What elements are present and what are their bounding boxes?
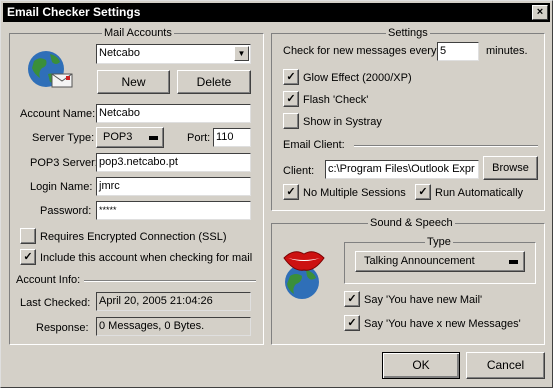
title-bar: Email Checker Settings × xyxy=(3,3,550,22)
glow-effect-checkbox[interactable]: ✓ xyxy=(283,69,299,85)
ssl-checkbox[interactable] xyxy=(20,228,36,244)
mail-accounts-panel: Mail Accounts Netcabo ▼ New Delete Accou… xyxy=(9,27,264,345)
check-icon: ✓ xyxy=(286,186,296,198)
password-field[interactable]: ***** xyxy=(96,201,251,220)
check-icon: ✓ xyxy=(286,71,296,83)
dropdown-bar-icon xyxy=(149,136,158,140)
check-icon: ✓ xyxy=(347,293,357,305)
pop3-server-label: POP3 Server: xyxy=(30,157,98,169)
dropdown-bar-icon xyxy=(509,260,518,264)
check-interval-prefix: Check for new messages every xyxy=(283,45,437,57)
account-select[interactable]: Netcabo ▼ xyxy=(96,44,251,64)
settings-panel: Settings Check for new messages every 5 … xyxy=(271,27,545,211)
check-icon: ✓ xyxy=(347,317,357,329)
login-name-field[interactable]: jmrc xyxy=(96,177,251,196)
response-label: Response: xyxy=(36,322,89,334)
client-label: Client: xyxy=(283,165,315,177)
chevron-down-icon[interactable]: ▼ xyxy=(234,46,249,61)
last-checked-label: Last Checked: xyxy=(20,297,91,309)
account-info-heading: Account Info: xyxy=(16,274,81,286)
announcement-type-dropdown[interactable]: Talking Announcement xyxy=(355,251,525,272)
show-in-systray-label: Show in Systray xyxy=(303,116,382,128)
response-value: 0 Messages, 0 Bytes. xyxy=(96,317,251,336)
globe-mail-icon xyxy=(26,48,74,92)
port-label: Port: xyxy=(187,132,211,144)
flash-check-checkbox[interactable]: ✓ xyxy=(283,91,299,107)
ssl-label: Requires Encrypted Connection (SSL) xyxy=(40,231,227,243)
say-new-mail-label: Say 'You have new Mail' xyxy=(364,294,483,306)
settings-legend: Settings xyxy=(386,27,430,39)
glow-effect-label: Glow Effect (2000/XP) xyxy=(303,72,412,84)
run-automatically-label: Run Automatically xyxy=(435,187,524,199)
close-icon: × xyxy=(536,6,544,18)
settings-window: Email Checker Settings × Mail Accounts N… xyxy=(0,0,553,388)
new-account-button[interactable]: New xyxy=(97,70,170,94)
type-group: Type Talking Announcement xyxy=(344,236,536,284)
server-type-dropdown[interactable]: POP3 xyxy=(96,127,164,148)
check-interval-field[interactable]: 5 xyxy=(437,42,479,61)
account-name-field[interactable]: Netcabo xyxy=(96,104,251,123)
say-x-messages-checkbox[interactable]: ✓ xyxy=(344,315,360,331)
email-client-divider xyxy=(354,145,538,147)
port-field[interactable]: 110 xyxy=(213,128,251,147)
browse-button[interactable]: Browse xyxy=(483,156,538,180)
sound-speech-panel: Sound & Speech Type Talking Announcement… xyxy=(271,217,545,345)
ok-button[interactable]: OK xyxy=(382,352,460,379)
flash-check-label: Flash 'Check' xyxy=(303,94,369,106)
check-icon: ✓ xyxy=(418,186,428,198)
delete-account-button[interactable]: Delete xyxy=(177,70,251,94)
include-account-label: Include this account when checking for m… xyxy=(40,252,253,264)
check-icon: ✓ xyxy=(286,93,296,105)
type-legend: Type xyxy=(425,236,453,248)
cancel-button[interactable]: Cancel xyxy=(466,352,545,379)
no-multiple-sessions-label: No Multiple Sessions xyxy=(303,187,406,199)
mail-accounts-legend: Mail Accounts xyxy=(102,27,174,39)
account-info-divider xyxy=(84,280,256,282)
email-client-heading: Email Client: xyxy=(283,139,345,151)
last-checked-value: April 20, 2005 21:04:26 xyxy=(96,292,251,311)
no-multiple-sessions-checkbox[interactable]: ✓ xyxy=(283,184,299,200)
login-name-label: Login Name: xyxy=(30,181,93,193)
close-button[interactable]: × xyxy=(532,5,548,20)
pop3-server-field[interactable]: pop3.netcabo.pt xyxy=(96,153,251,172)
sound-speech-legend: Sound & Speech xyxy=(368,217,455,229)
say-x-messages-label: Say 'You have x new Messages' xyxy=(364,318,521,330)
account-name-label: Account Name: xyxy=(20,108,96,120)
say-new-mail-checkbox[interactable]: ✓ xyxy=(344,291,360,307)
show-in-systray-checkbox[interactable] xyxy=(283,113,299,129)
check-interval-suffix: minutes. xyxy=(486,45,528,57)
client-path-field[interactable]: c:\Program Files\Outlook Expr xyxy=(325,160,479,179)
password-label: Password: xyxy=(40,205,92,217)
talking-globe-icon xyxy=(280,246,328,302)
window-title: Email Checker Settings xyxy=(7,5,141,19)
check-icon: ✓ xyxy=(23,251,33,263)
server-type-label: Server Type: xyxy=(32,132,95,144)
run-automatically-checkbox[interactable]: ✓ xyxy=(415,184,431,200)
include-account-checkbox[interactable]: ✓ xyxy=(20,249,36,265)
